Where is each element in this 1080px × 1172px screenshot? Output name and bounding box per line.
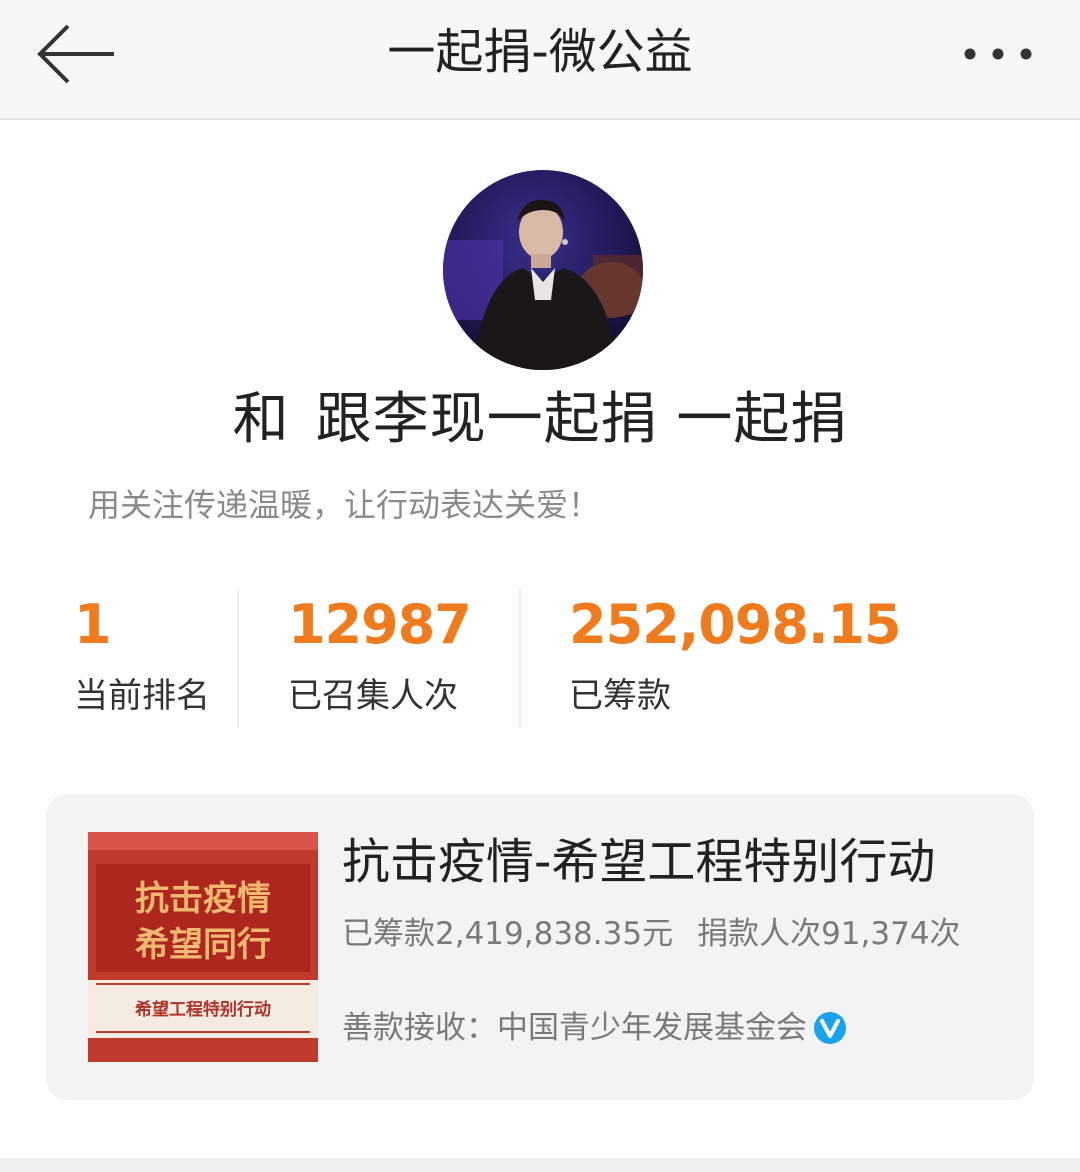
stat-participants: 12987 已召集人次 (288, 590, 472, 718)
stat-raised-value: 252,098.15 (569, 593, 902, 656)
verified-badge-icon (814, 1012, 846, 1044)
team-slogan: 用关注传递温暖，让行动表达关爱！ (88, 486, 601, 524)
stat-raised-label: 已筹款 (569, 676, 671, 716)
team-name: 和跟李现一起捐 一起捐 (0, 385, 1080, 455)
stat-participants-label: 已召集人次 (288, 676, 458, 716)
project-raised: 已筹款2,419,838.35元 (342, 916, 674, 952)
receiver-label: 善款接收： (342, 1010, 497, 1046)
project-name: 抗击疫情-希望工程特别行动 (342, 834, 936, 890)
nav-bar: 一起捐-微公益 (0, 0, 1080, 120)
stat-rank-value: 1 (74, 593, 112, 656)
stat-divider (519, 588, 521, 728)
thumb-line1: 抗击疫情 (135, 879, 271, 919)
project-receiver: 善款接收： 中国青少年发展基金会 (342, 1006, 847, 1050)
team-name-text: 跟李现一起捐 一起捐 (315, 387, 848, 452)
stat-raised: 252,098.15 已筹款 (569, 590, 902, 718)
project-card[interactable]: 抗击疫情 希望同行 希望工程特别行动 抗击疫情-希望工程特别行动 已筹款2,41… (46, 794, 1034, 1100)
thumb-subtitle: 希望工程特别行动 (135, 999, 271, 1020)
thumb-line2: 希望同行 (135, 925, 271, 965)
stat-rank: 1 当前排名 (74, 590, 210, 718)
project-stats: 已筹款2,419,838.35元 捐款人次91,374次 (342, 912, 961, 956)
bottom-separator (0, 1158, 1080, 1172)
project-donors: 捐款人次91,374次 (697, 916, 961, 952)
receiver-name: 中国青少年发展基金会 (497, 1010, 807, 1046)
page-title: 一起捐-微公益 (387, 24, 693, 80)
avatar[interactable] (443, 170, 643, 370)
more-options-icon[interactable] (958, 36, 1038, 72)
stat-participants-value: 12987 (288, 593, 472, 656)
project-thumbnail: 抗击疫情 希望同行 希望工程特别行动 (88, 832, 318, 1062)
team-name-prefix: 和 (232, 387, 290, 452)
stat-divider (237, 588, 239, 728)
stat-rank-label: 当前排名 (74, 676, 210, 716)
